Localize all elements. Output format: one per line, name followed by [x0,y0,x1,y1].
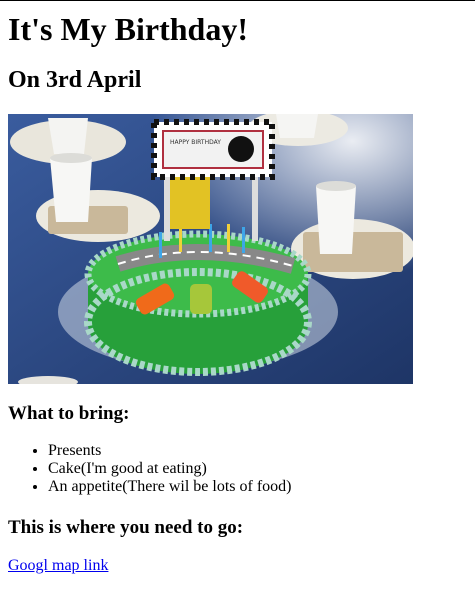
birthday-cake-photo: HAPPY BIRTHDAY [8,114,413,384]
google-map-link[interactable]: Googl map link [8,556,108,576]
list-item: Cake(I'm good at eating) [48,460,291,478]
cake-sign-text: HAPPY BIRTHDAY [170,139,221,146]
top-border [0,0,475,1]
list-item: Presents [48,442,291,460]
bring-list: Presents Cake(I'm good at eating) An app… [8,442,291,496]
page-subtitle: On 3rd April [8,67,142,93]
list-item: An appetite(There wil be lots of food) [48,478,291,496]
page-title: It's My Birthday! [8,11,248,47]
what-to-bring-heading: What to bring: [8,403,130,424]
location-heading: This is where you need to go: [8,517,244,538]
